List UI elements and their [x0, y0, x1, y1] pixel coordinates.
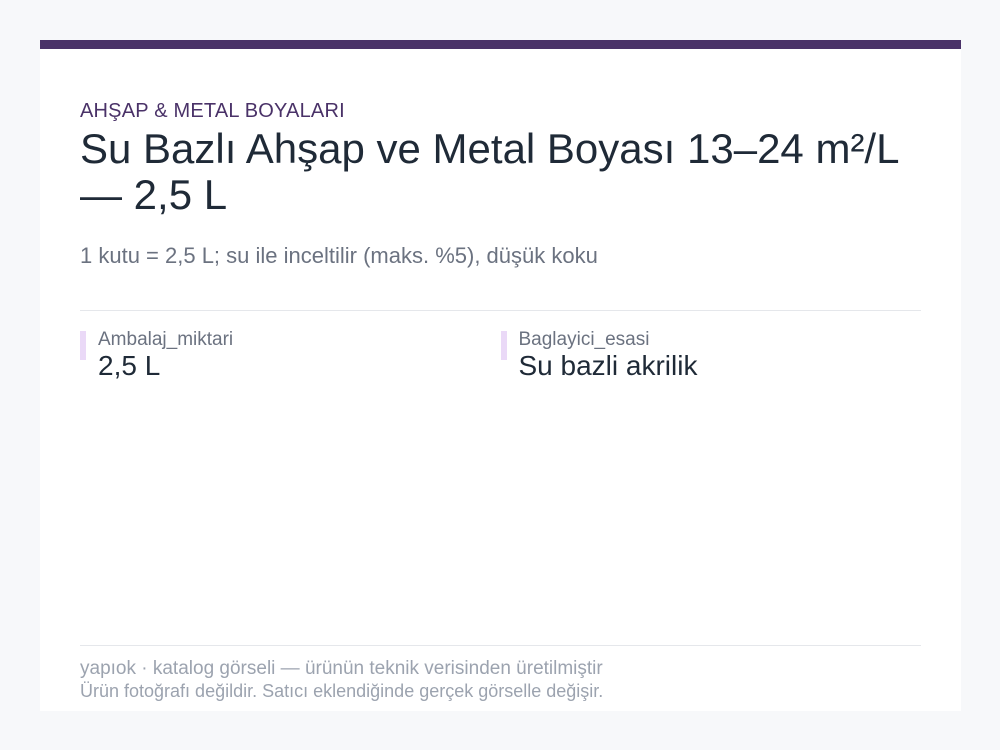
spec-item-baglayici-esasi: Baglayici_esasi Su bazli akrilik — [500, 330, 922, 381]
spec-text: Baglayici_esasi Su bazli akrilik — [519, 330, 698, 381]
product-subtitle: 1 kutu = 2,5 L; su ile inceltilir (maks.… — [80, 243, 598, 268]
accent-bar — [40, 40, 961, 49]
spec-value: Su bazli akrilik — [518, 350, 698, 381]
product-card: AHŞAP & METAL BOYALARI Su Bazlı Ahşap ve… — [40, 40, 961, 711]
spec-marker — [500, 331, 507, 360]
footer-disclaimer: Ürün fotoğrafı değildir. Satıcı eklendiğ… — [80, 681, 604, 701]
product-category: AHŞAP & METAL BOYALARI — [80, 100, 345, 122]
spec-label: Ambalaj_miktari — [98, 329, 234, 350]
spec-marker — [80, 331, 86, 360]
product-content: AHŞAP & METAL BOYALARI Su Bazlı Ahşap ve… — [80, 98, 921, 381]
footer-attribution: yapıok · katalog görseli — ürünün teknik… — [80, 658, 603, 679]
spec-label: Baglayici_esasi — [518, 329, 650, 350]
footer: yapıok · katalog görseli — ürünün teknik… — [80, 645, 921, 703]
spec-text: Ambalaj_miktari 2,5 L — [98, 330, 233, 381]
spec-item-ambalaj-miktari: Ambalaj_miktari 2,5 L — [80, 330, 501, 381]
spec-list: Ambalaj_miktari 2,5 L Baglayici_esasi Su… — [80, 330, 921, 381]
divider — [80, 310, 921, 311]
product-title: Su Bazlı Ahşap ve Metal Boyası 13–24 m²/… — [80, 125, 898, 218]
spec-value: 2,5 L — [98, 350, 161, 381]
